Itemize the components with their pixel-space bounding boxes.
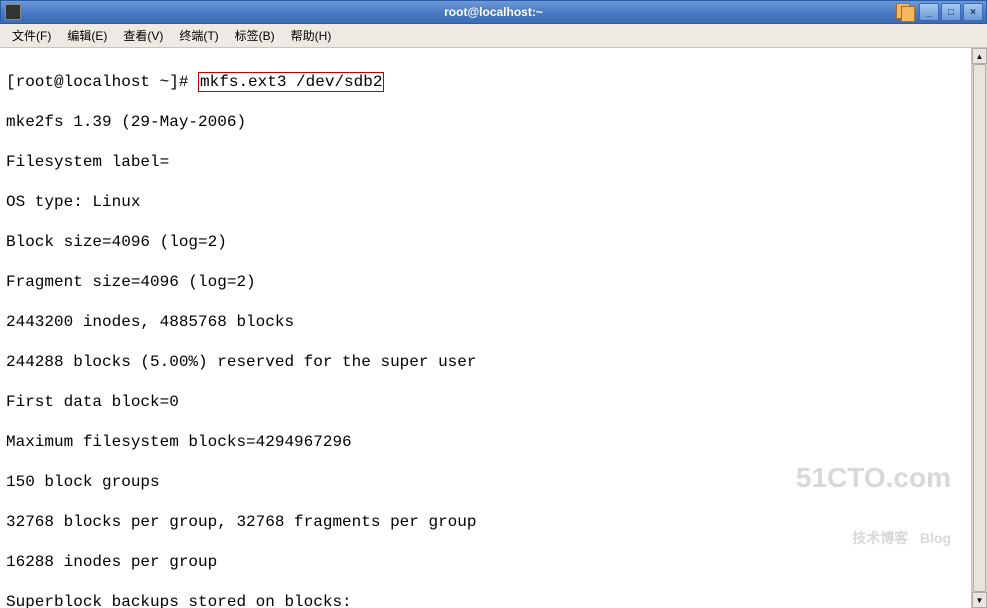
output-line: First data block=0: [6, 392, 965, 412]
vertical-scrollbar[interactable]: ▲ ▼: [971, 48, 987, 608]
menu-view[interactable]: 查看(V): [117, 25, 169, 46]
output-line: 32768 blocks per group, 32768 fragments …: [6, 512, 965, 532]
menu-help[interactable]: 帮助(H): [285, 25, 338, 46]
scroll-track[interactable]: [972, 64, 987, 592]
documents-icon: [896, 3, 916, 21]
output-line: 16288 inodes per group: [6, 552, 965, 572]
output-line: Block size=4096 (log=2): [6, 232, 965, 252]
output-line: mke2fs 1.39 (29-May-2006): [6, 112, 965, 132]
output-line: Maximum filesystem blocks=4294967296: [6, 432, 965, 452]
output-line: Superblock backups stored on blocks:: [6, 592, 965, 608]
scroll-up-button[interactable]: ▲: [972, 48, 987, 64]
minimize-button[interactable]: _: [919, 3, 939, 21]
window-title: root@localhost:~: [444, 5, 543, 19]
scroll-down-button[interactable]: ▼: [972, 592, 987, 608]
output-line: 150 block groups: [6, 472, 965, 492]
menu-file[interactable]: 文件(F): [6, 25, 57, 46]
close-button[interactable]: ×: [963, 3, 983, 21]
window-controls: _ □ ×: [919, 3, 983, 21]
maximize-button[interactable]: □: [941, 3, 961, 21]
menu-edit[interactable]: 编辑(E): [61, 25, 113, 46]
menu-bar: 文件(F) 编辑(E) 查看(V) 终端(T) 标签(B) 帮助(H): [0, 24, 987, 48]
output-line: 244288 blocks (5.00%) reserved for the s…: [6, 352, 965, 372]
terminal-app-icon: [5, 4, 21, 20]
menu-tabs[interactable]: 标签(B): [229, 25, 281, 46]
highlighted-command-1: mkfs.ext3 /dev/sdb2: [198, 72, 384, 92]
output-line: Filesystem label=: [6, 152, 965, 172]
window-titlebar: root@localhost:~ _ □ ×: [0, 0, 987, 24]
shell-prompt: [root@localhost ~]#: [6, 73, 198, 91]
menu-terminal[interactable]: 终端(T): [173, 25, 224, 46]
output-line: Fragment size=4096 (log=2): [6, 272, 965, 292]
output-line: OS type: Linux: [6, 192, 965, 212]
output-line: 2443200 inodes, 4885768 blocks: [6, 312, 965, 332]
scroll-thumb[interactable]: [973, 64, 986, 592]
terminal-content[interactable]: [root@localhost ~]# mkfs.ext3 /dev/sdb2 …: [0, 48, 971, 608]
